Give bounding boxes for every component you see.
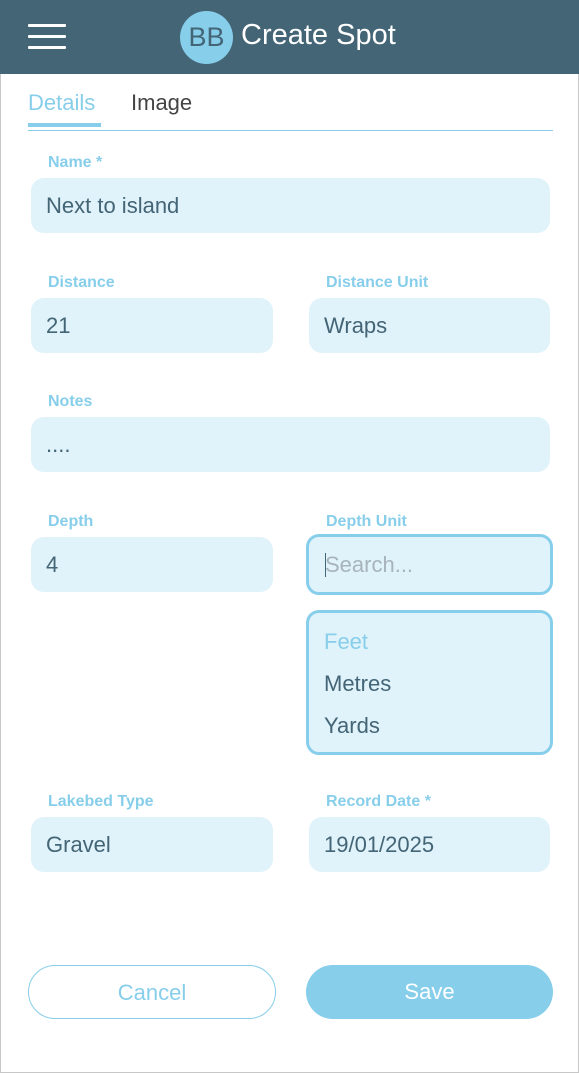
- tabs-divider: [28, 130, 553, 131]
- option-feet[interactable]: Feet: [324, 627, 368, 657]
- notes-field[interactable]: ....: [31, 417, 550, 472]
- tab-details[interactable]: Details: [28, 89, 95, 117]
- record-date-label: Record Date *: [326, 793, 431, 810]
- record-date-field[interactable]: 19/01/2025: [309, 817, 550, 872]
- active-tab-indicator: [28, 123, 101, 127]
- distance-unit-label: Distance Unit: [326, 274, 429, 291]
- lakebed-type-label: Lakebed Type: [48, 793, 154, 810]
- depth-unit-dropdown: Feet Metres Yards: [306, 610, 553, 755]
- app-logo: BB: [180, 11, 233, 64]
- tab-image[interactable]: Image: [131, 89, 192, 117]
- name-field[interactable]: Next to island: [31, 178, 550, 233]
- lakebed-type-select[interactable]: Gravel: [31, 817, 273, 872]
- page-title: Create Spot: [241, 19, 396, 51]
- app-header: BB Create Spot: [0, 0, 579, 74]
- distance-field[interactable]: 21: [31, 298, 273, 353]
- cancel-button[interactable]: Cancel: [28, 965, 276, 1019]
- option-yards[interactable]: Yards: [324, 711, 380, 741]
- notes-label: Notes: [48, 393, 93, 410]
- distance-unit-select[interactable]: Wraps: [309, 298, 550, 353]
- depth-label: Depth: [48, 513, 94, 530]
- name-label: Name *: [48, 154, 103, 171]
- depth-unit-search-input[interactable]: Search...: [306, 534, 553, 595]
- depth-field[interactable]: 4: [31, 537, 273, 592]
- save-button[interactable]: Save: [306, 965, 553, 1019]
- distance-label: Distance: [48, 274, 115, 291]
- option-metres[interactable]: Metres: [324, 669, 391, 699]
- menu-icon[interactable]: [28, 24, 66, 50]
- depth-unit-label: Depth Unit: [326, 513, 407, 530]
